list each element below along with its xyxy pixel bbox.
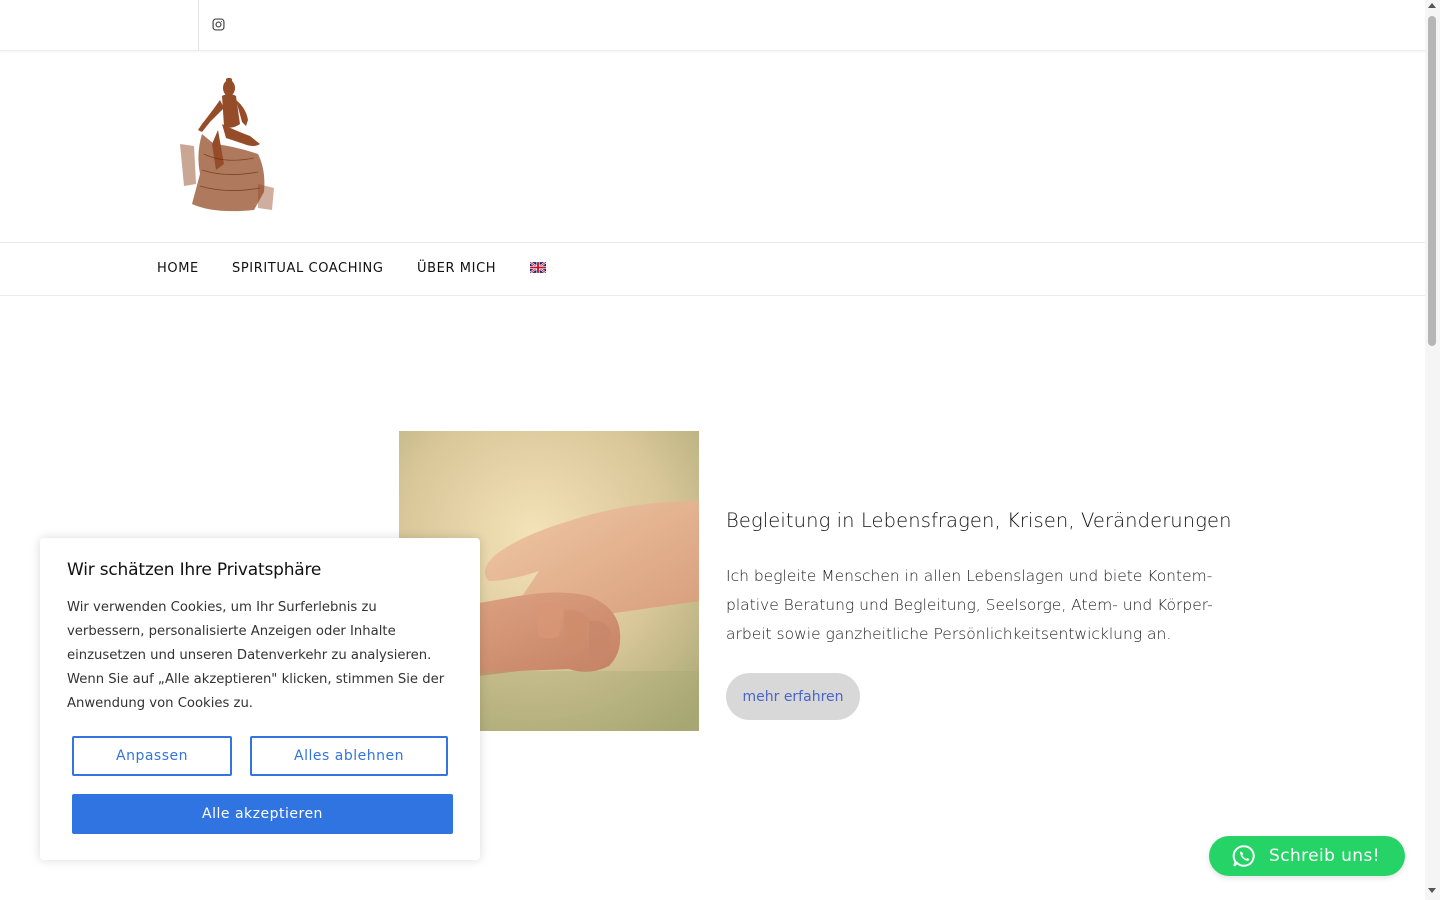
cookie-customize-button[interactable]: Anpassen (72, 736, 232, 776)
page-scrollbar[interactable] (1425, 0, 1440, 900)
top-bar-divider (198, 0, 199, 51)
top-bar (0, 0, 1425, 51)
scroll-thumb[interactable] (1428, 16, 1436, 346)
main-nav: HOME SPIRITUAL COACHING ÜBER MICH (0, 242, 1425, 296)
nav-item-spiritual-coaching[interactable]: SPIRITUAL COACHING (232, 261, 384, 276)
whatsapp-icon (1232, 845, 1255, 867)
more-info-button[interactable]: mehr erfahren (726, 673, 860, 720)
uk-flag-icon[interactable] (530, 262, 546, 273)
site-logo[interactable] (174, 74, 282, 218)
cookie-title: Wir schätzen Ihre Privatsphäre (67, 560, 322, 580)
scroll-down-arrow-icon[interactable] (1428, 888, 1436, 893)
content-title: Begleitung in Lebensfragen, Krisen, Verä… (726, 509, 1232, 532)
instagram-icon[interactable] (212, 18, 225, 31)
cookie-reject-button[interactable]: Alles ablehnen (250, 736, 448, 776)
nav-item-home[interactable]: HOME (157, 261, 199, 276)
whatsapp-chat-button[interactable]: Schreib uns! (1209, 836, 1405, 876)
scroll-up-arrow-icon[interactable] (1428, 3, 1436, 8)
whatsapp-label: Schreib uns! (1269, 846, 1380, 866)
nav-item-ueber-mich[interactable]: ÜBER MICH (417, 261, 496, 276)
cookie-consent-banner: Wir schätzen Ihre Privatsphäre Wir verwe… (40, 538, 480, 860)
content-text: Ich begleite Menschen in allen Lebenslag… (726, 567, 1213, 643)
cookie-text: Wir verwenden Cookies, um Ihr Surferlebn… (67, 600, 445, 711)
cookie-accept-button[interactable]: Alle akzeptieren (72, 794, 453, 834)
